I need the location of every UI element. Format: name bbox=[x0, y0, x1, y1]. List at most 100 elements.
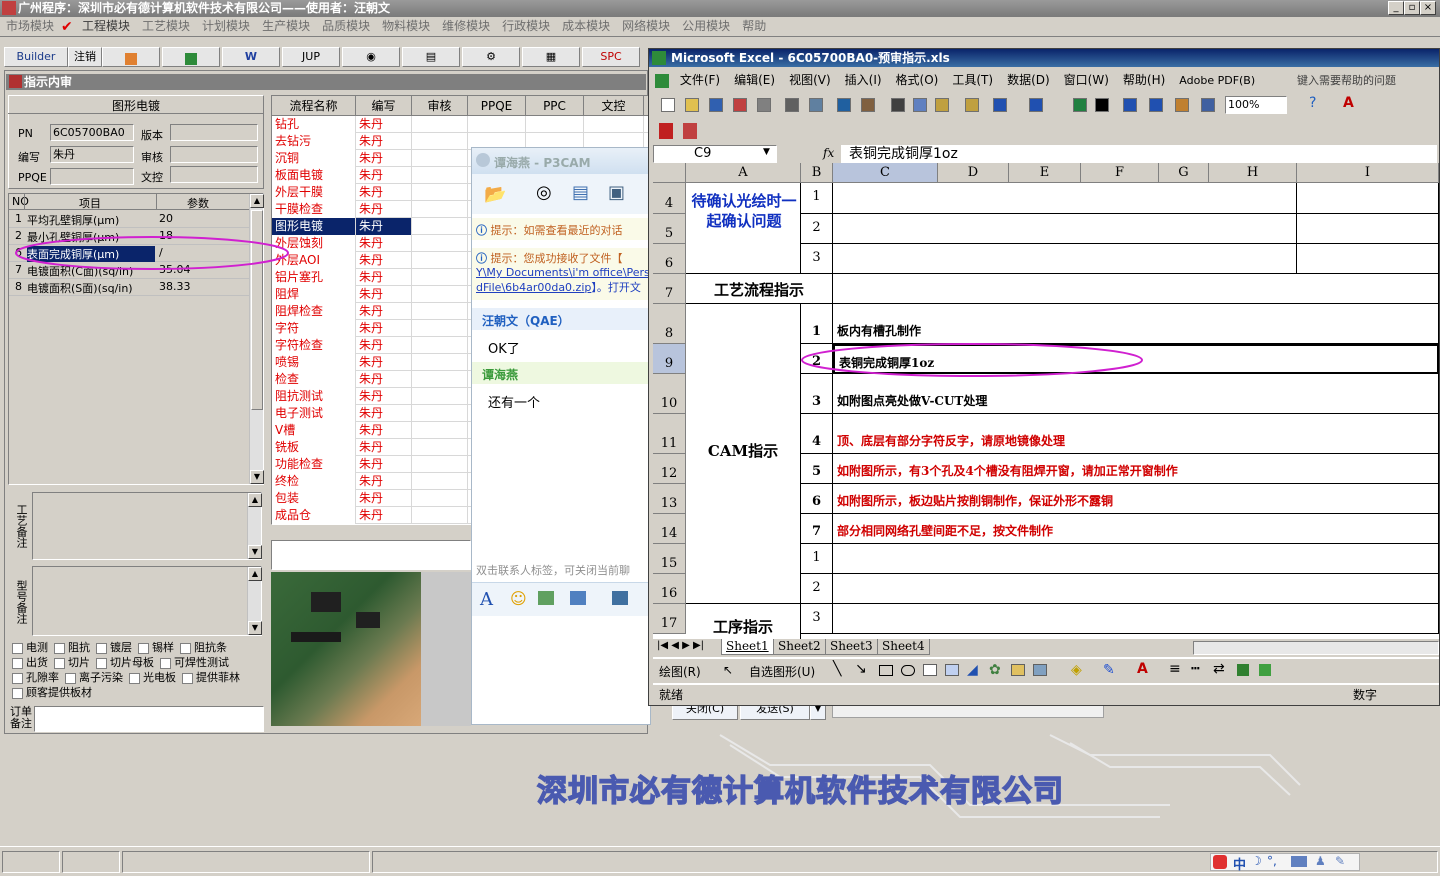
flow-empty-cell[interactable] bbox=[412, 286, 468, 303]
excel-menu-item[interactable]: 文件(F) bbox=[673, 69, 727, 91]
flow-empty-cell[interactable] bbox=[584, 116, 644, 133]
b-number-cell[interactable]: 3 bbox=[801, 244, 833, 274]
undo-icon[interactable] bbox=[993, 98, 1007, 112]
b-number-cell[interactable]: 2 bbox=[801, 574, 833, 604]
cam-instruction-cell[interactable]: 部分相同网络孔壁间距不足，按文件制作 bbox=[833, 514, 1439, 544]
b-number-cell[interactable]: 1 bbox=[801, 183, 833, 214]
checkbox[interactable]: 提供菲林 bbox=[182, 671, 240, 684]
column-header[interactable]: A bbox=[686, 163, 801, 183]
i-empty-cell[interactable] bbox=[1297, 214, 1439, 244]
flow-writer-cell[interactable]: 朱丹 bbox=[356, 320, 412, 337]
row-header[interactable]: 11 bbox=[653, 414, 686, 454]
audit-field[interactable] bbox=[170, 146, 258, 163]
clipart-icon[interactable] bbox=[1011, 664, 1025, 676]
flow-writer-cell[interactable]: 朱丹 bbox=[356, 490, 412, 507]
flow-writer-cell[interactable]: 朱丹 bbox=[356, 201, 412, 218]
horizontal-scrollbar[interactable] bbox=[1193, 641, 1439, 655]
arrow-icon[interactable]: ↘ bbox=[855, 661, 867, 677]
ime-chinese-icon[interactable]: 中 bbox=[1233, 854, 1246, 873]
open-link[interactable]: 】。打开文 bbox=[591, 281, 641, 294]
checkbox-box[interactable] bbox=[12, 642, 23, 654]
i-empty-cell[interactable] bbox=[1297, 183, 1439, 214]
version-field[interactable] bbox=[170, 124, 258, 141]
oval-icon[interactable] bbox=[901, 665, 915, 676]
sheet-tab[interactable]: Sheet4 bbox=[877, 639, 930, 655]
menu-item[interactable]: 物料模块 bbox=[376, 17, 436, 36]
cam-number-cell[interactable]: 1 bbox=[801, 304, 833, 344]
cam-instruction-cell[interactable]: 如附图点亮处做V-CUT处理 bbox=[833, 374, 1439, 414]
checkbox[interactable]: 电测 bbox=[12, 641, 48, 654]
flow-writer-cell[interactable]: 朱丹 bbox=[356, 235, 412, 252]
select-objects-icon[interactable]: ↖ bbox=[723, 663, 733, 677]
flow-empty-cell[interactable] bbox=[412, 337, 468, 354]
param-row[interactable]: 1 平均孔壁铜厚(μm) 20 bbox=[9, 211, 249, 228]
dash-style-icon[interactable]: ┅ bbox=[1191, 661, 1199, 677]
flow-writer-cell[interactable]: 朱丹 bbox=[356, 456, 412, 473]
scroll-down-arrow[interactable]: ▼ bbox=[248, 621, 262, 635]
permission-icon[interactable] bbox=[733, 98, 747, 112]
drawing-icon[interactable] bbox=[1201, 98, 1215, 112]
arrow-style-icon[interactable]: ⇄ bbox=[1213, 661, 1225, 677]
picture-icon[interactable] bbox=[1033, 664, 1047, 676]
image-icon[interactable] bbox=[538, 591, 554, 605]
flow-name-cell[interactable]: 功能检查 bbox=[272, 456, 356, 473]
spc-button[interactable]: SPC bbox=[582, 47, 640, 67]
checkbox-box[interactable] bbox=[12, 672, 23, 684]
flow-writer-cell[interactable]: 朱丹 bbox=[356, 303, 412, 320]
writer-field[interactable]: 朱丹 bbox=[50, 146, 134, 163]
c-empty-cell[interactable] bbox=[833, 604, 1439, 634]
checkbox[interactable]: 阻抗 bbox=[54, 641, 90, 654]
flow-empty-cell[interactable] bbox=[412, 303, 468, 320]
column-header[interactable]: I bbox=[1297, 163, 1439, 183]
wordart-icon[interactable]: ◢ bbox=[967, 662, 978, 678]
param-row[interactable]: 7 电镀面积(C面)(sq/in) 35.04 bbox=[9, 262, 249, 279]
checkbox-box[interactable] bbox=[180, 642, 191, 654]
flow-empty-cell[interactable] bbox=[412, 490, 468, 507]
c-empty-cell[interactable] bbox=[833, 244, 1297, 274]
maximize-button[interactable]: ▫ bbox=[1404, 1, 1420, 15]
flow-writer-cell[interactable]: 朱丹 bbox=[356, 167, 412, 184]
shadow-icon[interactable] bbox=[1237, 664, 1249, 676]
order-note-field[interactable] bbox=[34, 706, 264, 732]
flow-name-cell[interactable]: 阻抗测试 bbox=[272, 388, 356, 405]
flow-name-cell[interactable]: 字符 bbox=[272, 320, 356, 337]
jup-button[interactable]: JUP bbox=[282, 47, 340, 67]
checkbox-box[interactable] bbox=[65, 672, 76, 684]
flow-name-cell[interactable]: 去钻污 bbox=[272, 133, 356, 150]
redo-icon[interactable] bbox=[1029, 98, 1043, 112]
draw-menu[interactable]: 绘图(R) bbox=[659, 663, 701, 680]
checkbox[interactable]: 锡样 bbox=[138, 641, 174, 654]
checkbox-box[interactable] bbox=[12, 687, 23, 699]
note-scrollbar[interactable]: ▲ ▼ bbox=[247, 567, 262, 635]
row-header[interactable]: 6 bbox=[653, 244, 686, 274]
flow-empty-cell[interactable] bbox=[412, 405, 468, 422]
c-empty-cell[interactable] bbox=[833, 574, 1439, 604]
flow-writer-cell[interactable]: 朱丹 bbox=[356, 116, 412, 133]
sheet-tab[interactable]: Sheet2 bbox=[773, 639, 826, 655]
history-icon[interactable] bbox=[612, 591, 628, 605]
step-label-cell[interactable]: 工序指示 bbox=[686, 604, 801, 639]
row-header[interactable]: 5 bbox=[653, 214, 686, 244]
excel-menu-item[interactable]: 工具(T) bbox=[945, 69, 1000, 91]
cam-label-cell[interactable]: CAM指示 bbox=[686, 304, 801, 604]
excel-button[interactable] bbox=[162, 47, 220, 67]
camera-icon[interactable]: ◎ bbox=[536, 182, 552, 203]
flow-name-cell[interactable]: 成品仓 bbox=[272, 507, 356, 524]
confirm-label-cell[interactable]: 待确认光绘时一起确认问题 bbox=[686, 183, 801, 274]
chart-icon[interactable] bbox=[1175, 98, 1189, 112]
row-header[interactable]: 12 bbox=[653, 454, 686, 484]
flow-empty-cell[interactable] bbox=[412, 269, 468, 286]
checkbox-box[interactable] bbox=[12, 657, 23, 669]
flow-col-header[interactable]: PPQE bbox=[468, 96, 526, 116]
document-icon[interactable]: ▤ bbox=[572, 182, 589, 203]
excel-menu-item[interactable]: Adobe PDF(B) bbox=[1172, 70, 1262, 92]
ppt-button[interactable] bbox=[102, 47, 160, 67]
checkbox[interactable]: 切片母板 bbox=[96, 656, 154, 669]
b-number-cell[interactable]: 3 bbox=[801, 604, 833, 634]
line-icon[interactable]: ╲ bbox=[833, 661, 841, 677]
checkbox[interactable]: 孔隙率 bbox=[12, 671, 59, 684]
checkbox[interactable]: 切片 bbox=[54, 656, 90, 669]
emoji-icon[interactable]: ☺ bbox=[510, 589, 527, 608]
paste-icon[interactable] bbox=[935, 98, 949, 112]
column-header[interactable]: F bbox=[1081, 163, 1159, 183]
